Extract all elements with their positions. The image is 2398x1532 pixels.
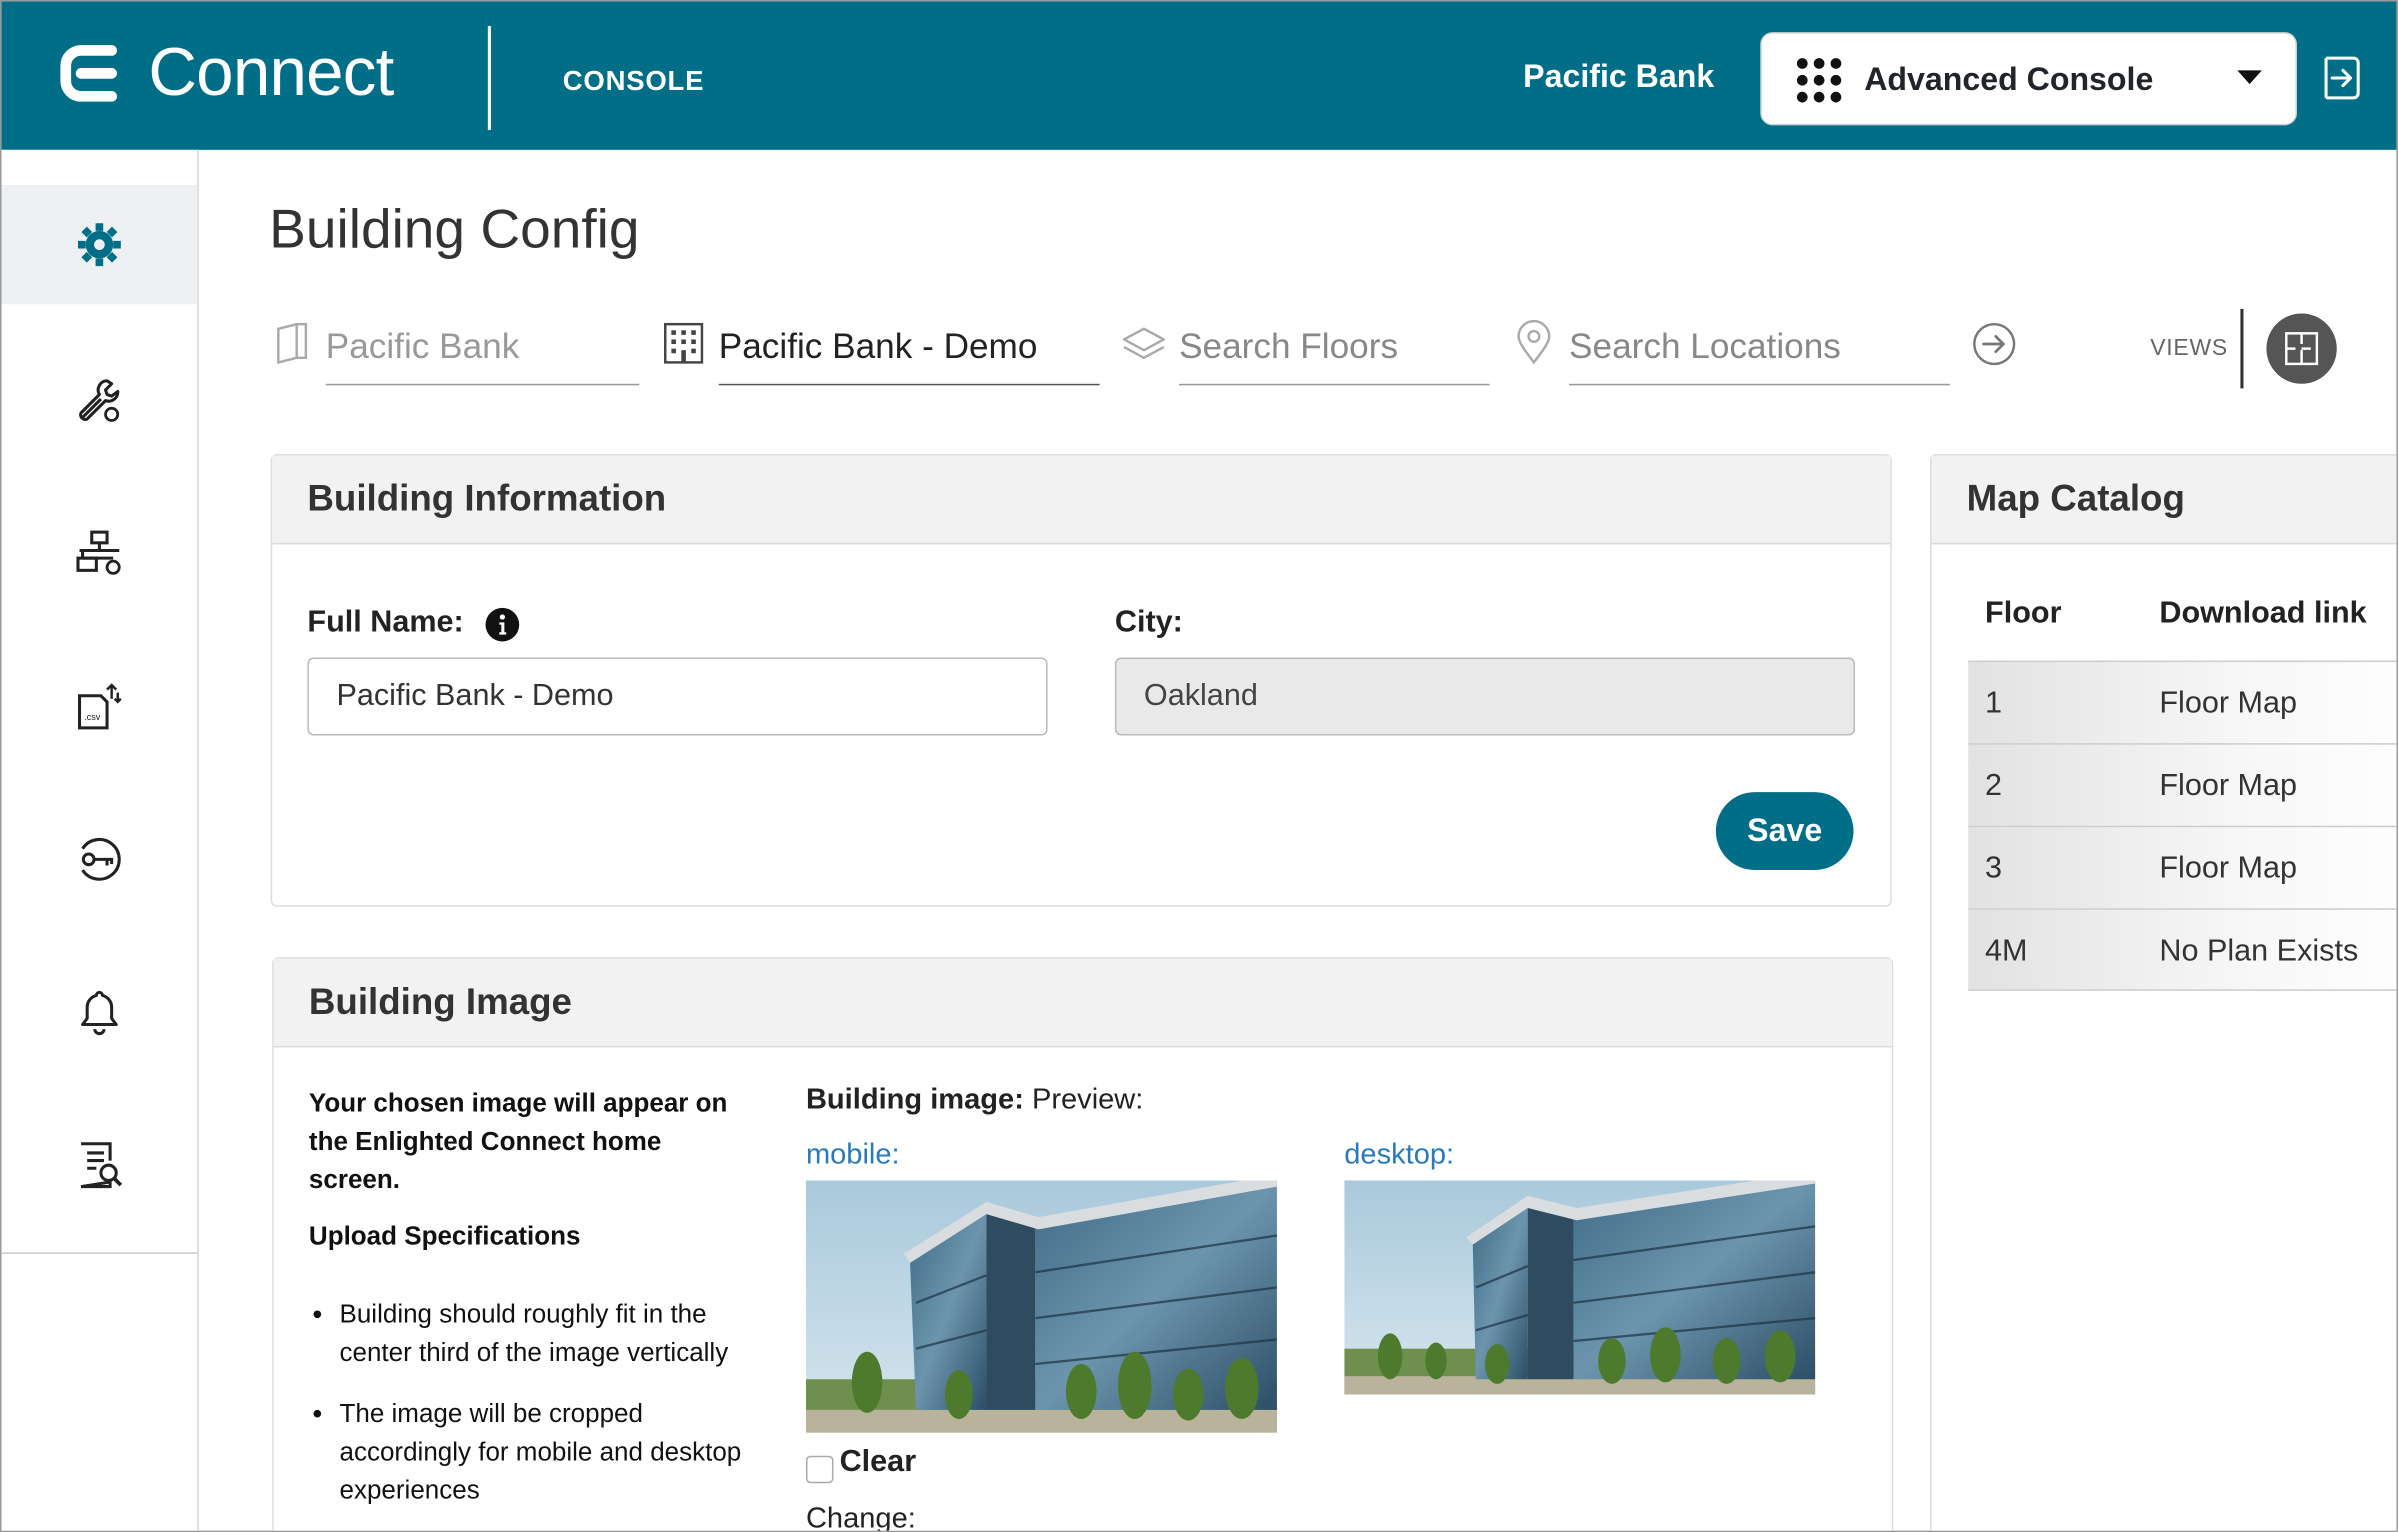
- apps-grid-icon: [1796, 58, 1843, 104]
- desktop-building-preview: [1344, 1180, 1816, 1395]
- layers-icon: [1122, 327, 1166, 360]
- building-icon: [664, 322, 704, 364]
- csv-upload-icon: .csv: [77, 683, 122, 730]
- connect-logo-icon: [60, 45, 117, 102]
- table-row: 2 Floor Map: [1968, 743, 2397, 826]
- clear-label: Clear: [839, 1444, 917, 1479]
- organization-name[interactable]: Pacific Bank: [1523, 60, 1714, 97]
- table-row: 3 Floor Map: [1968, 825, 2397, 909]
- views-divider: [2240, 308, 2244, 389]
- key-icon: [81, 838, 121, 881]
- report-search-icon: [80, 1142, 123, 1189]
- floor-cell: 3: [1985, 851, 2003, 886]
- building-information-panel: Building Information Full Name: City: Sa…: [270, 454, 1892, 907]
- building-selector[interactable]: Pacific Bank - Demo: [661, 313, 1100, 386]
- sidebar-item-reports[interactable]: [2, 1106, 198, 1225]
- upload-spec-list: Building should roughly fit in the cente…: [340, 1295, 753, 1530]
- wrench-settings-icon: [79, 379, 120, 422]
- floor-map-link[interactable]: Floor Map: [2159, 852, 2297, 887]
- upload-spec-title: Upload Specifications: [308, 1221, 581, 1251]
- preview-title-bold: Building image:: [805, 1084, 1024, 1117]
- gear-icon: [77, 223, 121, 267]
- svg-text:.csv: .csv: [84, 712, 101, 722]
- org-selector-label: Pacific Bank: [325, 325, 520, 366]
- sidebar-divider: [1, 1252, 198, 1254]
- desktop-preview-label: desktop:: [1344, 1139, 1455, 1172]
- views-label: VIEWS: [2150, 334, 2228, 361]
- column-header-floor: Floor: [1985, 596, 2062, 630]
- sidebar-item-csv[interactable]: .csv: [2, 647, 198, 766]
- panel-header: Building Image: [273, 958, 1892, 1048]
- sidebar-item-settings[interactable]: [1, 185, 198, 305]
- floor-search[interactable]: Search Floors: [1121, 313, 1490, 386]
- location-search-placeholder: Search Locations: [1569, 325, 1841, 366]
- sidebar-item-access[interactable]: [2, 800, 198, 919]
- header-divider: [487, 25, 491, 130]
- city-label: City:: [1114, 605, 1183, 640]
- location-search[interactable]: Search Locations: [1512, 313, 1950, 386]
- arrow-right-circle-icon[interactable]: [1971, 321, 2017, 367]
- panel-header: Building Information: [272, 455, 1891, 545]
- table-row: 1 Floor Map: [1968, 660, 2397, 744]
- preview-title: Building image: Preview:: [806, 1084, 1143, 1118]
- chevron-down-icon: [2237, 70, 2262, 85]
- image-description: Your chosen image will appear on the Enl…: [308, 1088, 728, 1195]
- building-selector-label: Pacific Bank - Demo: [718, 325, 1038, 366]
- panel-title: Map Catalog: [1966, 478, 2185, 520]
- save-button[interactable]: Save: [1715, 792, 1854, 871]
- panel-header: Map Catalog: [1931, 455, 2397, 545]
- book-icon: [277, 322, 308, 364]
- mobile-building-preview: [805, 1180, 1277, 1433]
- floorplan-icon: [2285, 332, 2319, 366]
- page-title: Building Config: [269, 197, 640, 260]
- panel-title: Building Information: [307, 478, 667, 520]
- floor-cell: 1: [1985, 686, 2003, 721]
- column-header-download: Download link: [2159, 596, 2367, 630]
- sidebar-item-alerts[interactable]: [2, 953, 198, 1072]
- map-catalog-panel: Map Catalog Floor Download link 1 Floor …: [1929, 454, 2397, 1531]
- building-image-panel: Building Image Your chosen image will ap…: [272, 957, 1894, 1532]
- org-selector[interactable]: Pacific Bank: [269, 313, 640, 386]
- panel-title: Building Image: [308, 981, 572, 1023]
- floor-search-placeholder: Search Floors: [1179, 325, 1399, 366]
- brand-name: Connect: [148, 35, 394, 111]
- spec-item: The image will be cropped accordingly fo…: [340, 1395, 753, 1510]
- floorplan-view-button[interactable]: [2266, 313, 2337, 384]
- preview-title-text: Preview:: [1031, 1084, 1144, 1117]
- logout-icon[interactable]: [2320, 54, 2363, 103]
- console-selector[interactable]: Advanced Console: [1760, 32, 2298, 126]
- info-icon[interactable]: [485, 607, 520, 642]
- network-settings-icon: [76, 530, 121, 575]
- sidebar-item-network[interactable]: [2, 494, 198, 613]
- floor-cell: 2: [1985, 769, 2003, 803]
- location-pin-icon: [1517, 319, 1551, 365]
- spec-item: Building should roughly fit in the cente…: [340, 1295, 753, 1371]
- section-label: CONSOLE: [562, 65, 705, 97]
- table-row: 4M No Plan Exists: [1968, 908, 2397, 991]
- floor-cell: 4M: [1985, 934, 2028, 968]
- clear-checkbox[interactable]: [805, 1455, 834, 1484]
- city-input: [1114, 657, 1856, 736]
- mobile-preview-label: mobile:: [805, 1139, 900, 1172]
- console-selector-label: Advanced Console: [1864, 62, 2154, 98]
- bell-icon: [81, 990, 118, 1036]
- app-root: Connect CONSOLE Pacific Bank Advanced Co…: [0, 0, 2398, 1532]
- no-plan-text: No Plan Exists: [2159, 934, 2359, 968]
- top-header: Connect CONSOLE Pacific Bank Advanced Co…: [1, 1, 2397, 150]
- floor-map-link[interactable]: Floor Map: [2159, 687, 2297, 722]
- floor-map-link[interactable]: Floor Map: [2159, 769, 2297, 804]
- full-name-input[interactable]: [307, 657, 1048, 736]
- change-label: Change:: [805, 1503, 916, 1532]
- full-name-label: Full Name:: [307, 605, 464, 640]
- sidebar-item-tools[interactable]: [2, 341, 198, 460]
- sidebar: .csv: [1, 149, 199, 1531]
